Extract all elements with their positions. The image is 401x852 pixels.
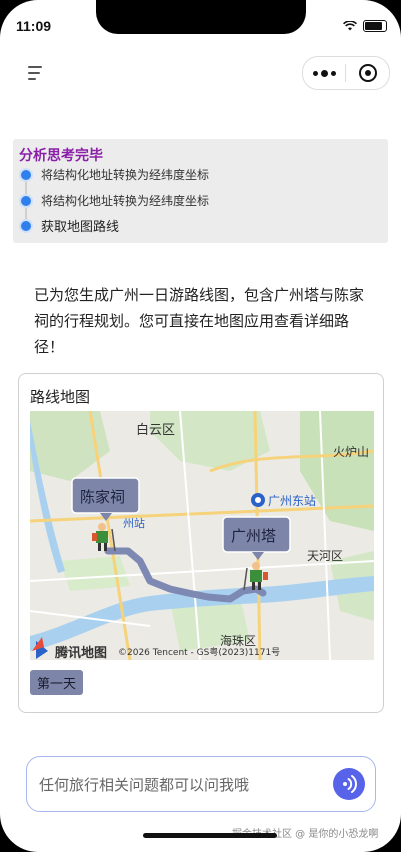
more-dots-icon[interactable] <box>303 69 345 77</box>
home-indicator <box>143 833 277 838</box>
map-canvas <box>30 411 374 660</box>
map-label-baiyun: 白云区 <box>136 423 176 438</box>
menu-icon[interactable] <box>28 66 44 80</box>
map-label-guangzhou-east: 广州东站 <box>268 494 317 508</box>
route-map[interactable]: 白云区 火炉山 广州东站 天河区 海珠区 州站 陈家祠 广州塔 腾讯地图 ©20… <box>30 411 374 660</box>
map-card-title: 路线地图 <box>30 388 91 406</box>
question-input[interactable] <box>37 771 321 799</box>
thinking-panel: 分析思考完毕 将结构化地址转换为经纬度坐标 将结构化地址转换为经纬度坐标 获取地… <box>13 139 388 243</box>
day-tab[interactable]: 第一天 <box>30 670 84 695</box>
voice-wave-icon <box>343 775 357 793</box>
map-copyright: ©2026 Tencent - GS粤(2023)1171号 <box>118 648 281 658</box>
thinking-step: 获取地图路线 <box>21 216 119 235</box>
step-dot-icon <box>21 169 31 180</box>
status-bar: 11:09 <box>0 0 401 48</box>
map-logo: 腾讯地图 <box>55 646 108 660</box>
close-target-button[interactable] <box>346 64 389 82</box>
mini-program-capsule <box>302 56 390 90</box>
thinking-title: 分析思考完毕 <box>19 148 103 164</box>
step-dot-icon <box>21 195 31 206</box>
target-icon <box>358 64 377 82</box>
marker-label-guangzhouta: 广州塔 <box>231 527 277 545</box>
step-dot-icon <box>21 220 31 231</box>
thinking-step-label: 将结构化地址转换为经纬度坐标 <box>41 168 210 182</box>
voice-button[interactable] <box>333 768 365 800</box>
thinking-step-label: 将结构化地址转换为经纬度坐标 <box>41 194 210 208</box>
marker-label-chenjiaci: 陈家祠 <box>80 488 126 506</box>
assistant-answer: 已为您生成广州一日游路线图，包含广州塔与陈家祠的行程规划。您可直接在地图应用查看… <box>34 286 365 356</box>
status-time: 11:09 <box>16 18 52 34</box>
header-bar <box>0 52 401 96</box>
thinking-step-label: 获取地图路线 <box>41 220 120 235</box>
chat-input-bar <box>26 756 376 812</box>
thinking-step: 将结构化地址转换为经纬度坐标 <box>21 192 209 209</box>
map-label-huolushan: 火炉山 <box>333 445 370 459</box>
status-icons <box>343 20 387 32</box>
thinking-step: 将结构化地址转换为经纬度坐标 <box>21 166 209 183</box>
map-label-station: 州站 <box>123 517 145 530</box>
map-label-tianhe: 天河区 <box>307 549 344 563</box>
route-map-card: 路线地图 白云区 火炉山 广州东站 天河区 海珠区 州站 陈家祠 广州塔 腾讯地… <box>18 373 384 713</box>
wifi-icon <box>343 21 357 31</box>
notch <box>96 0 306 34</box>
battery-icon <box>363 20 387 32</box>
phone-screen: 11:09 分析思考完毕 将结构化地址转换为经纬度坐标 将结构化地址转换为经纬度… <box>0 0 401 852</box>
